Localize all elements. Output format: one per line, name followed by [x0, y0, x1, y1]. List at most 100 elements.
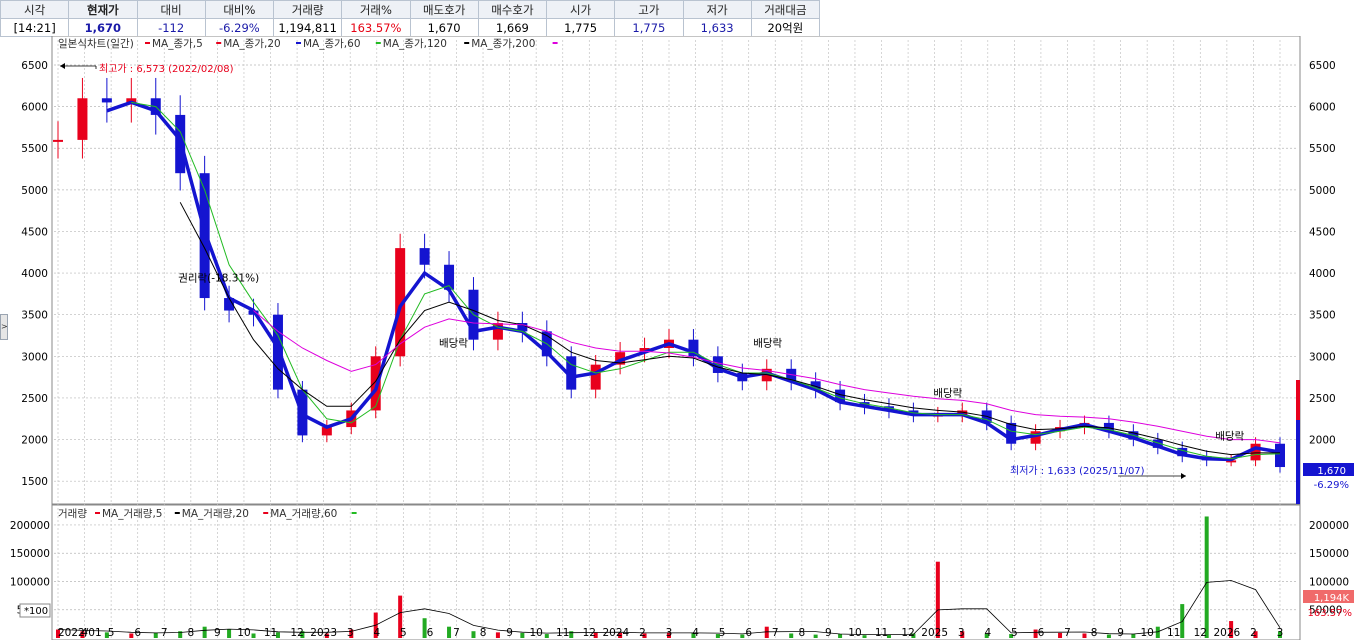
volume-tick-right: 200000: [1309, 520, 1349, 532]
x-tick-label: 5: [108, 627, 115, 639]
candle-body: [77, 98, 88, 140]
x-tick-label: 12: [583, 627, 596, 639]
time-value: [14:21]: [0, 18, 70, 37]
x-tick-label: 9: [1117, 627, 1124, 639]
low-label: 최저가 : 1,633 (2025/11/07): [1010, 465, 1145, 477]
current-range-bar: [1296, 418, 1300, 504]
x-tick-label: 3: [666, 627, 673, 639]
price-tick-right: 5000: [1309, 185, 1336, 197]
volume-bar: [1082, 633, 1087, 638]
legend-swatch: [216, 42, 222, 44]
candle-body: [590, 364, 601, 390]
price-tick-left: 4000: [21, 268, 48, 280]
legend-swatch: [351, 512, 357, 514]
header-turnover: 거래대금: [750, 0, 821, 19]
x-tick-label: 11: [875, 627, 888, 639]
annotation-label: 배당락: [439, 337, 468, 349]
price-tick-right: 4000: [1309, 268, 1336, 280]
x-tick-label: 6: [1038, 627, 1045, 639]
header-high: 고가: [614, 0, 684, 19]
x-tick-label: 9: [825, 627, 832, 639]
candle-body: [1275, 443, 1285, 468]
header-low: 저가: [682, 0, 752, 19]
x-tick-label: 4: [81, 627, 88, 639]
current-volume-box-text: 1,194K: [1314, 593, 1350, 604]
volume-bar: [153, 632, 158, 638]
side-panel-toggle[interactable]: >: [0, 314, 8, 340]
volume-bar: [227, 629, 232, 638]
price-tick-right: 6500: [1309, 60, 1336, 72]
price-tick-left: 1500: [21, 476, 48, 488]
chart-area[interactable]: 6500 6500 6000 6000 5500 5500 5000 5000 4500 4500…: [0, 36, 1354, 640]
volume-bar: [569, 631, 574, 638]
price-tick-left: 2000: [21, 435, 48, 447]
volume-legend-title: 거래량: [58, 508, 87, 520]
price-tick-left: 4500: [21, 226, 48, 238]
ask-value: 1,670: [409, 18, 479, 37]
current-pct-box-text: -6.29%: [1314, 480, 1349, 491]
x-tick-label: 10: [529, 627, 542, 639]
x-tick-label: 2025: [921, 627, 948, 639]
candle-body: [101, 98, 112, 103]
current-volume-pct-text: 163.57%: [1308, 608, 1353, 619]
x-tick-label: 8: [1091, 627, 1098, 639]
x-tick-label: 6: [427, 627, 434, 639]
legend-label: MA_종가,20: [223, 38, 281, 50]
volume-tick-left: 200000: [10, 520, 50, 532]
legend-swatch: [263, 512, 269, 514]
x-tick-label: 2022/01: [58, 627, 102, 639]
x-tick-label: 4: [984, 627, 991, 639]
x-tick-label: 10: [1140, 627, 1153, 639]
price-tick-right: 2000: [1309, 435, 1336, 447]
x-tick-label: 12: [1194, 627, 1207, 639]
quote-value-row: [14:21] 1,670 -112 -6.29% 1,194,811 163.…: [0, 18, 821, 37]
change-value: -112: [136, 18, 206, 37]
x-tick-label: 4: [373, 627, 380, 639]
bid-value: 1,669: [477, 18, 548, 37]
price-tick-right: 5500: [1309, 143, 1336, 155]
price-tick-left: 6500: [21, 60, 48, 72]
volume-bar: [764, 626, 769, 638]
header-change: 대비: [136, 0, 206, 19]
x-tick-label: 7: [1064, 627, 1071, 639]
quote-header-row: 시각 현재가 대비 대비% 거래량 거래% 매도호가 매수호가 시가 고가 저가…: [0, 0, 821, 19]
price-legend-title: 일본식차트(일간): [58, 37, 134, 50]
price-tick-left: 3000: [21, 351, 48, 363]
legend-swatch: [296, 42, 301, 44]
x-tick-label: 8: [480, 627, 487, 639]
low-value: 1,633: [682, 18, 752, 37]
legend-swatch: [174, 512, 180, 514]
x-tick-label: 11: [264, 627, 277, 639]
volume-bar: [1131, 634, 1136, 638]
volume-bar: [495, 632, 500, 638]
header-price: 현재가: [68, 0, 138, 19]
price-tick-right: 3000: [1309, 351, 1336, 363]
x-tick-label: 3: [347, 627, 354, 639]
volume-tick-left: 150000: [10, 548, 50, 560]
volume-bar: [740, 634, 745, 638]
header-bid: 매수호가: [477, 0, 548, 19]
high-label: 최고가 : 6,573 (2022/02/08): [99, 63, 234, 75]
x-tick-label: 4: [692, 627, 699, 639]
price-tick-right: 2500: [1309, 393, 1336, 405]
legend-label: MA_종가,200: [471, 38, 535, 50]
x-tick-label: 5: [719, 627, 726, 639]
legend-label: MA_종가,5: [152, 38, 203, 50]
x-tick-label: 5: [1011, 627, 1018, 639]
annotation-label: 권리락(-18.31%): [178, 272, 259, 284]
price-tick-right: 3500: [1309, 310, 1336, 322]
price-tick-left: 5500: [21, 143, 48, 155]
header-change-pct: 대비%: [204, 0, 275, 19]
volume-bar: [471, 631, 476, 638]
price-tick-left: 3500: [21, 310, 48, 322]
volume-tick-right: 150000: [1309, 548, 1349, 560]
x-tick-label: 12: [290, 627, 303, 639]
x-tick-label: 2023: [310, 627, 337, 639]
volume-ma-legend: MA_거래량,5 MA_거래량,20 MA_거래량,60: [95, 508, 357, 520]
legend-label: MA_거래량,5: [102, 508, 163, 520]
x-tick-label: 2024: [603, 627, 630, 639]
volume-bar: [202, 626, 207, 638]
x-tick-label: 11: [556, 627, 569, 639]
legend-label: MA_거래량,60: [270, 508, 337, 520]
volume-bar: [520, 632, 525, 638]
